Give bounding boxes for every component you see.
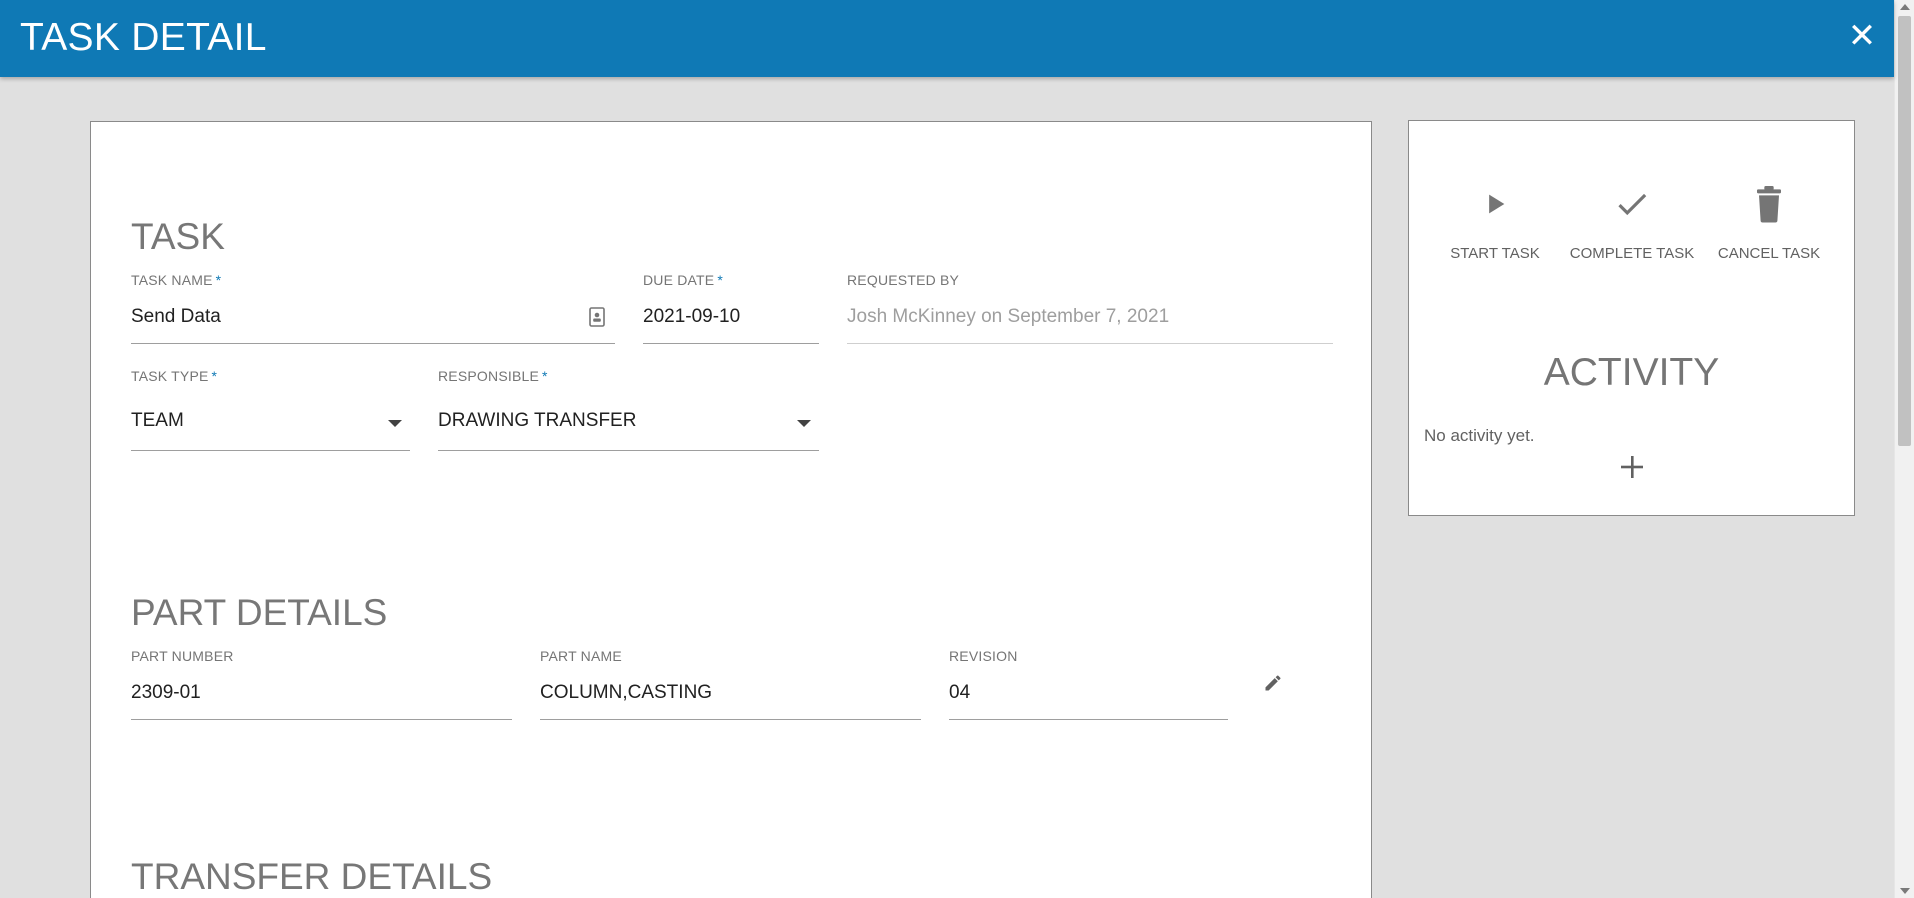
start-task-button[interactable]: START TASK <box>1430 179 1560 262</box>
header-bar: TASK DETAIL ✕ <box>0 0 1894 77</box>
activity-empty-text: No activity yet. <box>1424 426 1535 445</box>
task-actions-card: START TASK COMPLETE TASK CANCEL TASK ACT… <box>1408 120 1855 516</box>
due-date-input[interactable]: 2021-09-10 <box>643 306 740 328</box>
contact-card-icon[interactable] <box>589 307 605 332</box>
complete-task-label: COMPLETE TASK <box>1569 245 1695 262</box>
requested-by-value: Josh McKinney on September 7, 2021 <box>847 306 1170 327</box>
page-scrollbar[interactable] <box>1894 0 1914 898</box>
scroll-down-icon[interactable] <box>1900 888 1910 894</box>
responsible-value[interactable]: DRAWING TRANSFER <box>438 410 636 432</box>
task-type-label: TASK TYPE <box>131 368 209 384</box>
responsible-select[interactable]: RESPONSIBLE * DRAWING TRANSFER <box>438 368 819 458</box>
responsible-label: RESPONSIBLE <box>438 368 540 384</box>
scrollbar-thumb[interactable] <box>1898 16 1911 446</box>
pencil-icon[interactable] <box>1263 673 1283 698</box>
requested-by-label: REQUESTED BY <box>847 272 960 288</box>
required-mark: * <box>717 272 724 288</box>
cancel-task-button[interactable]: CANCEL TASK <box>1704 179 1834 262</box>
revision-input[interactable]: 04 <box>949 682 970 704</box>
task-section-title: TASK <box>131 216 225 257</box>
chevron-down-icon[interactable] <box>388 420 402 427</box>
required-mark: * <box>211 368 218 384</box>
cancel-task-label: CANCEL TASK <box>1717 245 1821 262</box>
complete-task-button[interactable]: COMPLETE TASK <box>1567 179 1697 262</box>
chevron-down-icon[interactable] <box>797 420 811 427</box>
start-task-label: START TASK <box>1450 245 1540 262</box>
part-name-label: PART NAME <box>540 648 622 664</box>
part-name-field[interactable]: PART NAME COLUMN,CASTING <box>540 648 921 723</box>
revision-label: REVISION <box>949 648 1018 664</box>
task-name-input[interactable]: Send Data <box>131 306 221 328</box>
scroll-up-icon[interactable] <box>1900 4 1910 10</box>
part-name-input[interactable]: COLUMN,CASTING <box>540 682 712 704</box>
part-number-input[interactable]: 2309-01 <box>131 682 201 704</box>
part-number-field[interactable]: PART NUMBER 2309-01 <box>131 648 512 723</box>
required-mark: * <box>542 368 548 384</box>
requested-by-field: REQUESTED BY Josh McKinney on September … <box>847 272 1333 347</box>
check-icon <box>1567 179 1697 229</box>
task-name-label: TASK NAME <box>131 272 213 288</box>
task-name-field[interactable]: TASK NAME * Send Data <box>131 272 615 347</box>
play-icon <box>1430 179 1560 229</box>
due-date-field[interactable]: DUE DATE * 2021-09-10 <box>643 272 819 347</box>
due-date-label: DUE DATE <box>643 272 715 288</box>
part-details-section-title: PART DETAILS <box>131 592 388 633</box>
revision-field[interactable]: REVISION 04 <box>949 648 1228 723</box>
trash-icon <box>1704 179 1834 229</box>
required-mark: * <box>215 272 222 288</box>
part-number-label: PART NUMBER <box>131 648 234 664</box>
close-icon[interactable]: ✕ <box>1844 18 1880 54</box>
task-type-select[interactable]: TASK TYPE * TEAM <box>131 368 410 458</box>
transfer-details-section-title: TRANSFER DETAILS <box>131 856 493 897</box>
plus-icon[interactable] <box>1616 451 1648 483</box>
task-detail-card: TASK TASK NAME * Send Data DUE DATE * 2021… <box>90 121 1372 898</box>
task-type-value[interactable]: TEAM <box>131 410 184 432</box>
activity-title: ACTIVITY <box>1543 351 1720 394</box>
page-title: TASK DETAIL <box>20 16 267 59</box>
